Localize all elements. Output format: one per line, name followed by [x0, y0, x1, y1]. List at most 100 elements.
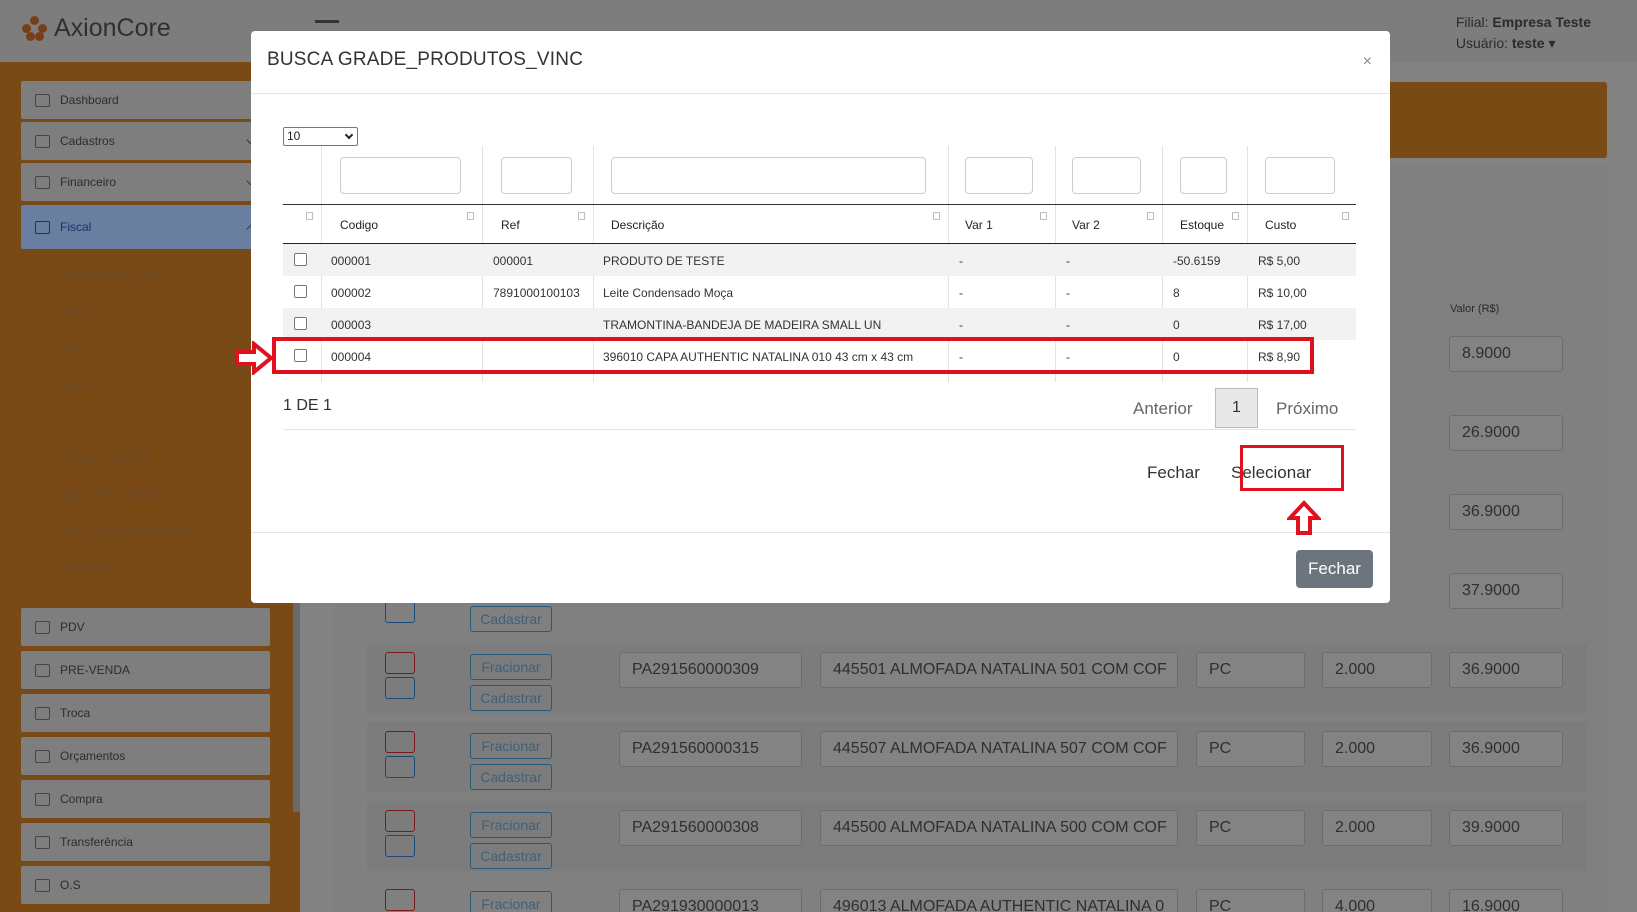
- sort-icon[interactable]: [306, 212, 313, 220]
- sidebar-item-cadastros[interactable]: Cadastros: [21, 122, 270, 160]
- usuario-menu[interactable]: teste ▾: [1512, 35, 1556, 51]
- sidebar-sub-manifestacao[interactable]: Manifestação (DFe): [61, 269, 166, 283]
- filter-descricao-input[interactable]: [611, 157, 926, 194]
- valor-input[interactable]: 36.9000: [1449, 494, 1563, 530]
- filter-custo-input[interactable]: [1265, 157, 1335, 194]
- pagination-next[interactable]: Próximo: [1276, 399, 1338, 419]
- pagination-prev[interactable]: Anterior: [1133, 399, 1193, 419]
- codigo-input[interactable]: PA291560000308: [619, 810, 802, 846]
- edit-icon[interactable]: [385, 677, 415, 699]
- fracionar-button[interactable]: Fracionar: [470, 733, 552, 759]
- unidade-input[interactable]: PC: [1196, 731, 1305, 767]
- quantidade-input[interactable]: 2.000: [1322, 652, 1432, 688]
- sidebar-item-orcamentos[interactable]: Orçamentos: [21, 737, 270, 775]
- arrow-up-icon: [1287, 500, 1321, 535]
- filter-var2-input[interactable]: [1072, 157, 1141, 194]
- logo[interactable]: AxionCore: [22, 14, 171, 43]
- sort-icon[interactable]: [578, 212, 585, 220]
- descricao-input[interactable]: 445500 ALMOFADA NATALINA 500 COM COF: [820, 810, 1178, 846]
- edit-icon[interactable]: [385, 835, 415, 857]
- valor-input[interactable]: 16.9000: [1449, 889, 1563, 912]
- sort-icon[interactable]: [1232, 212, 1239, 220]
- table-row[interactable]: 000002 7891000100103 Leite Condensado Mo…: [283, 276, 1356, 308]
- edit-icon[interactable]: [385, 756, 415, 778]
- column-header-codigo[interactable]: Codigo: [340, 218, 378, 232]
- fracionar-button[interactable]: Fracionar: [470, 654, 552, 680]
- pagination-page-1[interactable]: 1: [1215, 388, 1258, 428]
- cadastrar-button[interactable]: Cadastrar: [470, 764, 552, 790]
- sidebar-sub-nfce[interactable]: NFC-e: [61, 342, 96, 356]
- trash-icon[interactable]: [385, 731, 415, 753]
- sidebar-item-transferencia[interactable]: Transferência: [21, 823, 270, 861]
- table-row[interactable]: 000003 TRAMONTINA-BANDEJA DE MADEIRA SMA…: [283, 308, 1356, 340]
- fracionar-button[interactable]: Fracionar: [470, 812, 552, 838]
- fracionar-button[interactable]: Fracionar: [470, 891, 552, 912]
- unidade-input[interactable]: PC: [1196, 810, 1305, 846]
- filter-estoque-input[interactable]: [1180, 157, 1227, 194]
- sidebar-sub-mdfe[interactable]: MDF-e: [61, 378, 98, 392]
- valor-input[interactable]: 26.9000: [1449, 415, 1563, 451]
- quantidade-input[interactable]: 4.000: [1322, 889, 1432, 912]
- sidebar-item-os[interactable]: O.S: [21, 866, 270, 904]
- trash-icon[interactable]: [385, 889, 415, 911]
- valor-input[interactable]: 8.9000: [1449, 336, 1563, 372]
- codigo-input[interactable]: PA291560000315: [619, 731, 802, 767]
- sidebar-sub-sintegra[interactable]: Sintegra: [61, 561, 106, 575]
- codigo-input[interactable]: PA291930000013: [619, 889, 802, 912]
- sort-icon[interactable]: [1040, 212, 1047, 220]
- column-header-ref[interactable]: Ref: [501, 218, 520, 232]
- cadastrar-button[interactable]: Cadastrar: [470, 843, 552, 869]
- column-header-descricao[interactable]: Descrição: [611, 218, 664, 232]
- menu-toggle-icon[interactable]: [315, 20, 339, 23]
- codigo-input[interactable]: PA291560000309: [619, 652, 802, 688]
- cadastrar-button[interactable]: Cadastrar: [470, 606, 552, 632]
- sidebar-item-pre-venda[interactable]: PRE-VENDA: [21, 651, 270, 689]
- filter-var1-input[interactable]: [965, 157, 1033, 194]
- sort-icon[interactable]: [1342, 212, 1349, 220]
- valor-input[interactable]: 39.9000: [1449, 810, 1563, 846]
- sidebar-sub-entrada-nfe[interactable]: Entrada de NF-e: [61, 451, 150, 465]
- sidebar-item-dashboard[interactable]: Dashboard: [21, 81, 270, 119]
- close-icon[interactable]: ×: [1363, 53, 1372, 71]
- quantidade-input[interactable]: 2.000: [1322, 731, 1432, 767]
- filter-ref-input[interactable]: [501, 157, 572, 194]
- table-row[interactable]: 000001 000001 PRODUTO DE TESTE - - -50.6…: [283, 244, 1356, 276]
- row-checkbox[interactable]: [294, 285, 307, 298]
- column-header-var1[interactable]: Var 1: [965, 218, 993, 232]
- valor-input[interactable]: 36.9000: [1449, 652, 1563, 688]
- sidebar-sub-nfe[interactable]: NF-e: [61, 305, 88, 319]
- trash-icon[interactable]: [385, 810, 415, 832]
- filter-codigo-input[interactable]: [340, 157, 461, 194]
- page-size-select[interactable]: 10: [283, 127, 358, 146]
- sidebar-sub-sped-contrib[interactable]: Sped CONTRIBUIÇÕES: [61, 524, 192, 538]
- quantidade-input[interactable]: 2.000: [1322, 810, 1432, 846]
- column-header-var2[interactable]: Var 2: [1072, 218, 1100, 232]
- descricao-input[interactable]: 445501 ALMOFADA NATALINA 501 COM COF: [820, 652, 1178, 688]
- column-header-custo[interactable]: Custo: [1265, 218, 1296, 232]
- row-checkbox[interactable]: [294, 253, 307, 266]
- cadastrar-button[interactable]: Cadastrar: [470, 685, 552, 711]
- sidebar-sub-cte[interactable]: CT-e: [61, 415, 87, 429]
- unidade-input[interactable]: PC: [1196, 889, 1305, 912]
- descricao-input[interactable]: 445507 ALMOFADA NATALINA 507 COM COF: [820, 731, 1178, 767]
- descricao-input[interactable]: 496013 ALMOFADA AUTHENTIC NATALINA 0: [820, 889, 1178, 912]
- sort-icon[interactable]: [933, 212, 940, 220]
- search-modal: BUSCA GRADE_PRODUTOS_VINC × 10 Codigo Re…: [251, 31, 1390, 603]
- fechar-button[interactable]: Fechar: [1147, 463, 1200, 483]
- sidebar-item-troca[interactable]: Troca: [21, 694, 270, 732]
- sort-icon[interactable]: [1147, 212, 1154, 220]
- sidebar-item-compra[interactable]: Compra: [21, 780, 270, 818]
- column-header-estoque[interactable]: Estoque: [1180, 218, 1224, 232]
- unidade-input[interactable]: PC: [1196, 652, 1305, 688]
- sidebar-item-fiscal[interactable]: Fiscal: [21, 205, 270, 249]
- sidebar-sub-sped-icms[interactable]: Sped EFD ICMS IPI: [61, 488, 168, 502]
- row-checkbox[interactable]: [294, 317, 307, 330]
- sort-icon[interactable]: [467, 212, 474, 220]
- trash-icon[interactable]: [385, 652, 415, 674]
- sidebar-item-pdv[interactable]: PDV: [21, 608, 270, 646]
- edit-icon[interactable]: [385, 601, 415, 623]
- footer-fechar-button[interactable]: Fechar: [1296, 550, 1373, 588]
- valor-input[interactable]: 36.9000: [1449, 731, 1563, 767]
- sidebar-item-financeiro[interactable]: Financeiro: [21, 163, 270, 201]
- valor-input[interactable]: 37.9000: [1449, 573, 1563, 609]
